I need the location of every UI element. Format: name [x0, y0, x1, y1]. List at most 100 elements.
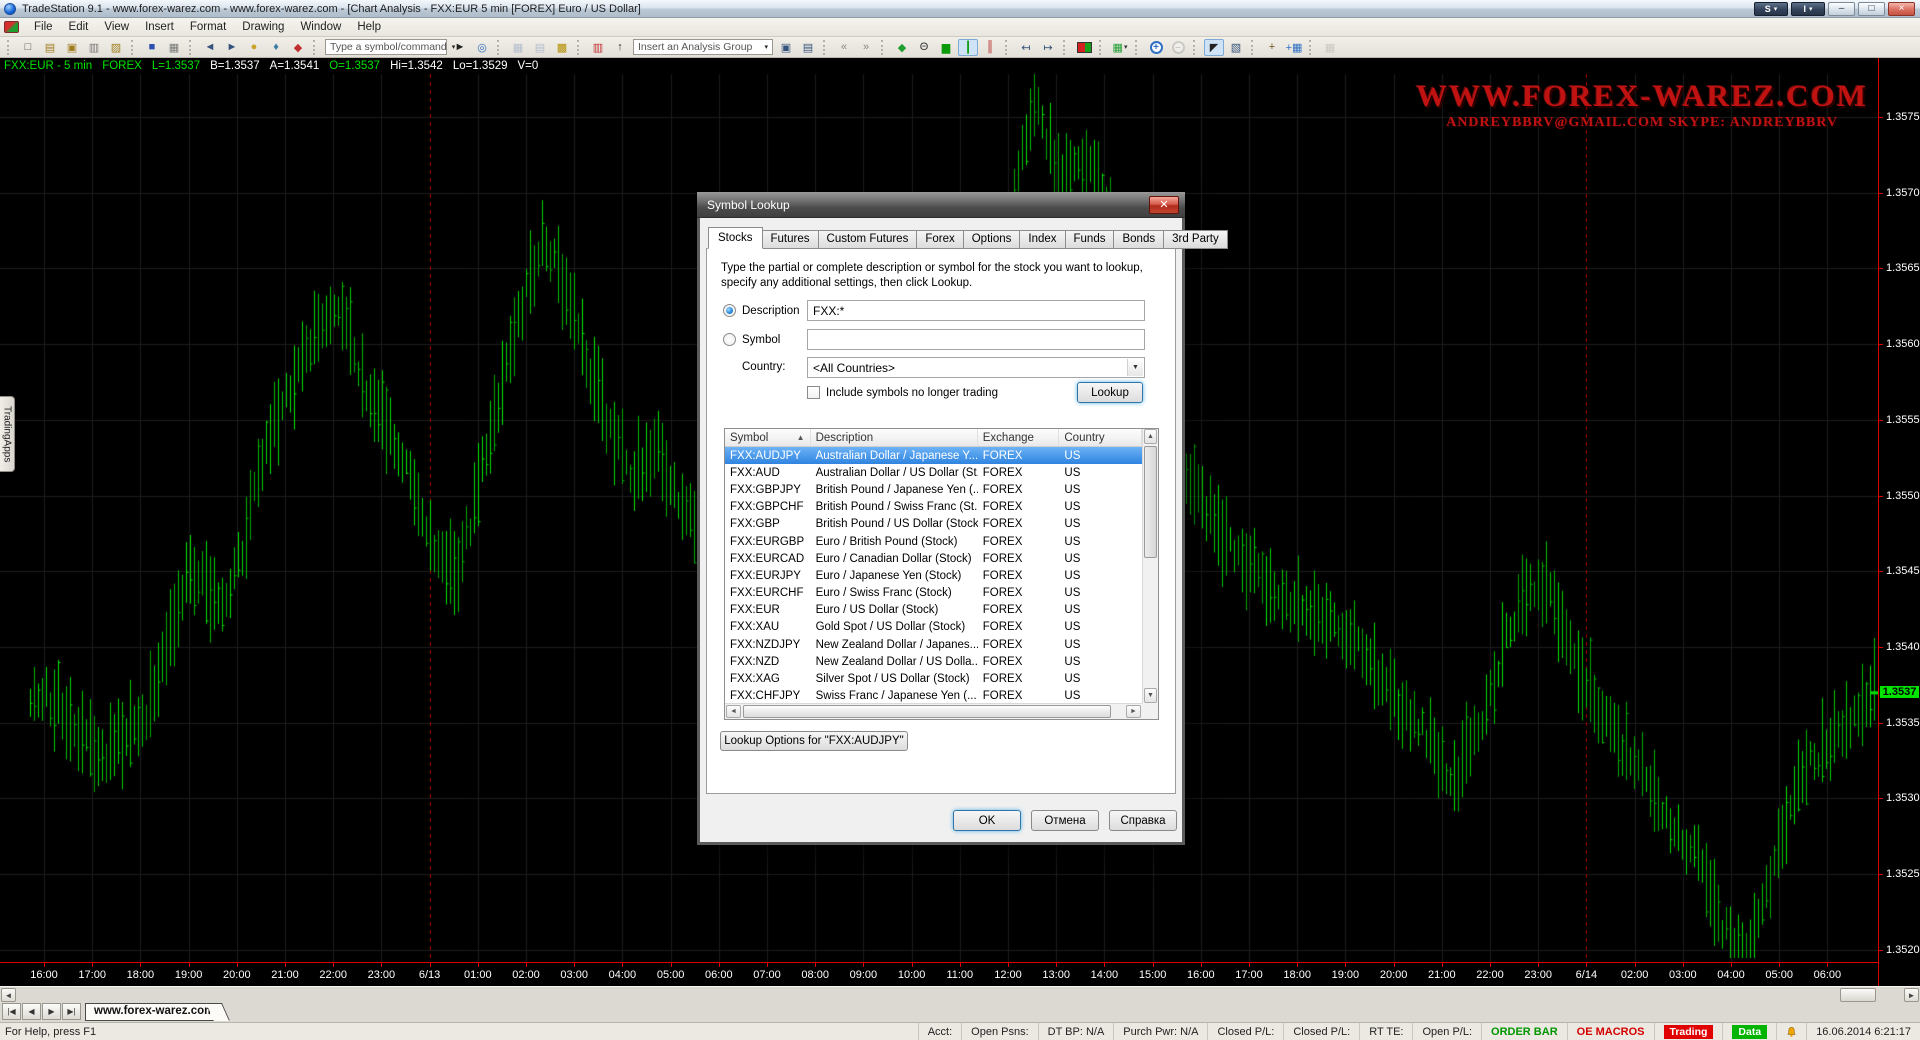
order-bar-icon[interactable]: [1074, 39, 1094, 56]
scrollbar-thumb[interactable]: [1144, 446, 1157, 558]
close-button[interactable]: ×: [1888, 2, 1915, 16]
tab-index[interactable]: Index: [1019, 230, 1065, 249]
table-header[interactable]: Symbol▲DescriptionExchangeCountry: [725, 429, 1142, 447]
first-workspace-button[interactable]: |◀: [2, 1003, 21, 1020]
overlay-button-s[interactable]: S ▾: [1754, 2, 1788, 16]
bar-chart-icon[interactable]: ▆: [936, 39, 956, 56]
menu-format[interactable]: Format: [182, 19, 234, 35]
table-horizontal-scrollbar[interactable]: ◄ ►: [725, 703, 1142, 719]
symbol-radio[interactable]: [723, 333, 736, 346]
lookup-options-button[interactable]: Lookup Options for "FXX:AUDJPY": [720, 731, 908, 751]
open-workspace-icon[interactable]: ▤: [40, 39, 60, 56]
chart-style-icon[interactable]: ▦▾: [1110, 39, 1130, 56]
scrollbar-thumb[interactable]: [1840, 988, 1876, 1002]
dialog-title-bar[interactable]: Symbol Lookup ✕: [697, 192, 1185, 218]
window-forward-icon[interactable]: ►: [222, 39, 242, 56]
workspace-folder-icon[interactable]: ▨: [106, 39, 126, 56]
column-header-country[interactable]: Country: [1059, 429, 1142, 446]
tile-windows-icon[interactable]: ▣: [776, 39, 796, 56]
symbol-input[interactable]: [807, 329, 1145, 350]
menu-insert[interactable]: Insert: [137, 19, 182, 35]
scrollbar-thumb[interactable]: [743, 705, 1111, 718]
save-icon[interactable]: ■: [142, 39, 162, 56]
column-header-symbol[interactable]: Symbol▲: [725, 429, 811, 446]
alerts-icon[interactable]: ▥: [588, 39, 608, 56]
dialog-close-button[interactable]: ✕: [1149, 196, 1179, 214]
lock-icon[interactable]: ●: [244, 39, 264, 56]
strategy-onoff-icon[interactable]: ◆: [892, 39, 912, 56]
description-input[interactable]: FXX:*: [807, 300, 1145, 321]
time-axis[interactable]: 16:0017:0018:0019:0020:0021:0022:0023:00…: [0, 962, 1878, 986]
column-header-description[interactable]: Description: [811, 429, 978, 446]
table-row[interactable]: FXX:EUREuro / US Dollar (Stock)FOREXUS: [725, 602, 1142, 619]
add-study-icon[interactable]: +▦: [1284, 39, 1304, 56]
chart-window-icon[interactable]: ▤: [798, 39, 818, 56]
trading-apps-tab[interactable]: TradingApps: [0, 396, 15, 472]
tools-icon[interactable]: +: [1262, 39, 1282, 56]
table-row[interactable]: FXX:EURJPYEuro / Japanese Yen (Stock)FOR…: [725, 567, 1142, 584]
symbol-lookup-icon[interactable]: ◎: [472, 39, 492, 56]
table-row[interactable]: FXX:GBPBritish Pound / US Dollar (Stock)…: [725, 516, 1142, 533]
strategy-back-icon[interactable]: «: [834, 39, 854, 56]
print-icon[interactable]: ▦: [164, 39, 184, 56]
lookup-button[interactable]: Lookup: [1077, 382, 1143, 403]
sort-price-icon[interactable]: ↑: [610, 39, 630, 56]
analysis-group-combo[interactable]: Insert an Analysis Group▾: [633, 39, 773, 55]
format-painter-icon[interactable]: ♦: [266, 39, 286, 56]
scroll-up-icon[interactable]: ▲: [1144, 429, 1157, 444]
table-row[interactable]: FXX:XAGSilver Spot / US Dollar (Stock)FO…: [725, 670, 1142, 687]
bar-spacing-increase-icon[interactable]: ↦: [1038, 39, 1058, 56]
chart-horizontal-scrollbar[interactable]: ◄ ►: [0, 986, 1920, 1002]
tab-options[interactable]: Options: [963, 230, 1021, 249]
table-row[interactable]: FXX:CHFJPYSwiss Franc / Japanese Yen (..…: [725, 688, 1142, 703]
column-header-exchange[interactable]: Exchange: [978, 429, 1060, 446]
candlestick-icon[interactable]: ┃: [958, 39, 978, 56]
bar-spacing-decrease-icon[interactable]: ↤: [1016, 39, 1036, 56]
table-row[interactable]: FXX:AUDJPYAustralian Dollar / Japanese Y…: [725, 447, 1142, 464]
table-row[interactable]: FXX:EURCHFEuro / Swiss Franc (Stock)FORE…: [725, 585, 1142, 602]
tab-funds[interactable]: Funds: [1065, 230, 1115, 249]
table-row[interactable]: FXX:AUDAustralian Dollar / US Dollar (St…: [725, 464, 1142, 481]
page-setup-icon[interactable]: ▥: [84, 39, 104, 56]
tab-forex[interactable]: Forex: [916, 230, 963, 249]
help-button[interactable]: Справка: [1109, 810, 1177, 831]
maximize-button[interactable]: □: [1858, 2, 1885, 16]
next-workspace-button[interactable]: ▶: [42, 1003, 61, 1020]
calculator-icon[interactable]: ▩: [552, 39, 572, 56]
symbol-command-combo[interactable]: Type a symbol/command▾: [325, 39, 447, 55]
table-row[interactable]: FXX:EURGBPEuro / British Pound (Stock)FO…: [725, 533, 1142, 550]
menu-drawing[interactable]: Drawing: [234, 19, 292, 35]
scroll-right-icon[interactable]: ►: [1904, 988, 1919, 1002]
table-row[interactable]: FXX:GBPCHFBritish Pound / Swiss Franc (S…: [725, 499, 1142, 516]
description-radio[interactable]: [723, 304, 736, 317]
run-command-icon[interactable]: ►: [450, 39, 470, 56]
table-row[interactable]: FXX:XAUGold Spot / US Dollar (Stock)FORE…: [725, 619, 1142, 636]
save-workspace-icon[interactable]: ▣: [62, 39, 82, 56]
hlc-chart-icon[interactable]: ║: [980, 39, 1000, 56]
tab-bonds[interactable]: Bonds: [1113, 230, 1164, 249]
table-vertical-scrollbar[interactable]: ▲ ▼: [1142, 429, 1158, 703]
menu-window[interactable]: Window: [292, 19, 349, 35]
menu-file[interactable]: File: [26, 19, 61, 35]
menu-view[interactable]: View: [96, 19, 137, 35]
colors-icon[interactable]: ◆: [288, 39, 308, 56]
scroll-down-icon[interactable]: ▼: [1144, 688, 1157, 703]
pointer-icon[interactable]: ◤: [1204, 39, 1224, 56]
window-back-icon[interactable]: ◄: [200, 39, 220, 56]
zoom-in-icon[interactable]: +: [1146, 39, 1166, 56]
table-row[interactable]: FXX:NZDJPYNew Zealand Dollar / Japanes..…: [725, 636, 1142, 653]
include-symbols-checkbox[interactable]: [807, 386, 820, 399]
tab-3rd-party[interactable]: 3rd Party: [1163, 230, 1228, 249]
menu-edit[interactable]: Edit: [61, 19, 97, 35]
ok-button[interactable]: OK: [953, 810, 1021, 831]
minimize-button[interactable]: –: [1828, 2, 1855, 16]
strategy-forward-icon[interactable]: »: [856, 39, 876, 56]
country-select[interactable]: <All Countries> ▼: [807, 357, 1145, 378]
table-row[interactable]: FXX:NZDNew Zealand Dollar / US Dolla...F…: [725, 653, 1142, 670]
workspace-tab[interactable]: www.forex-warez.com: [85, 1003, 218, 1021]
chart-drawing-icon[interactable]: ▧: [1226, 39, 1246, 56]
scroll-left-icon[interactable]: ◄: [1, 988, 16, 1002]
overlay-button-i[interactable]: I ▾: [1791, 2, 1825, 16]
menu-help[interactable]: Help: [349, 19, 389, 35]
scroll-left-icon[interactable]: ◄: [726, 705, 741, 718]
